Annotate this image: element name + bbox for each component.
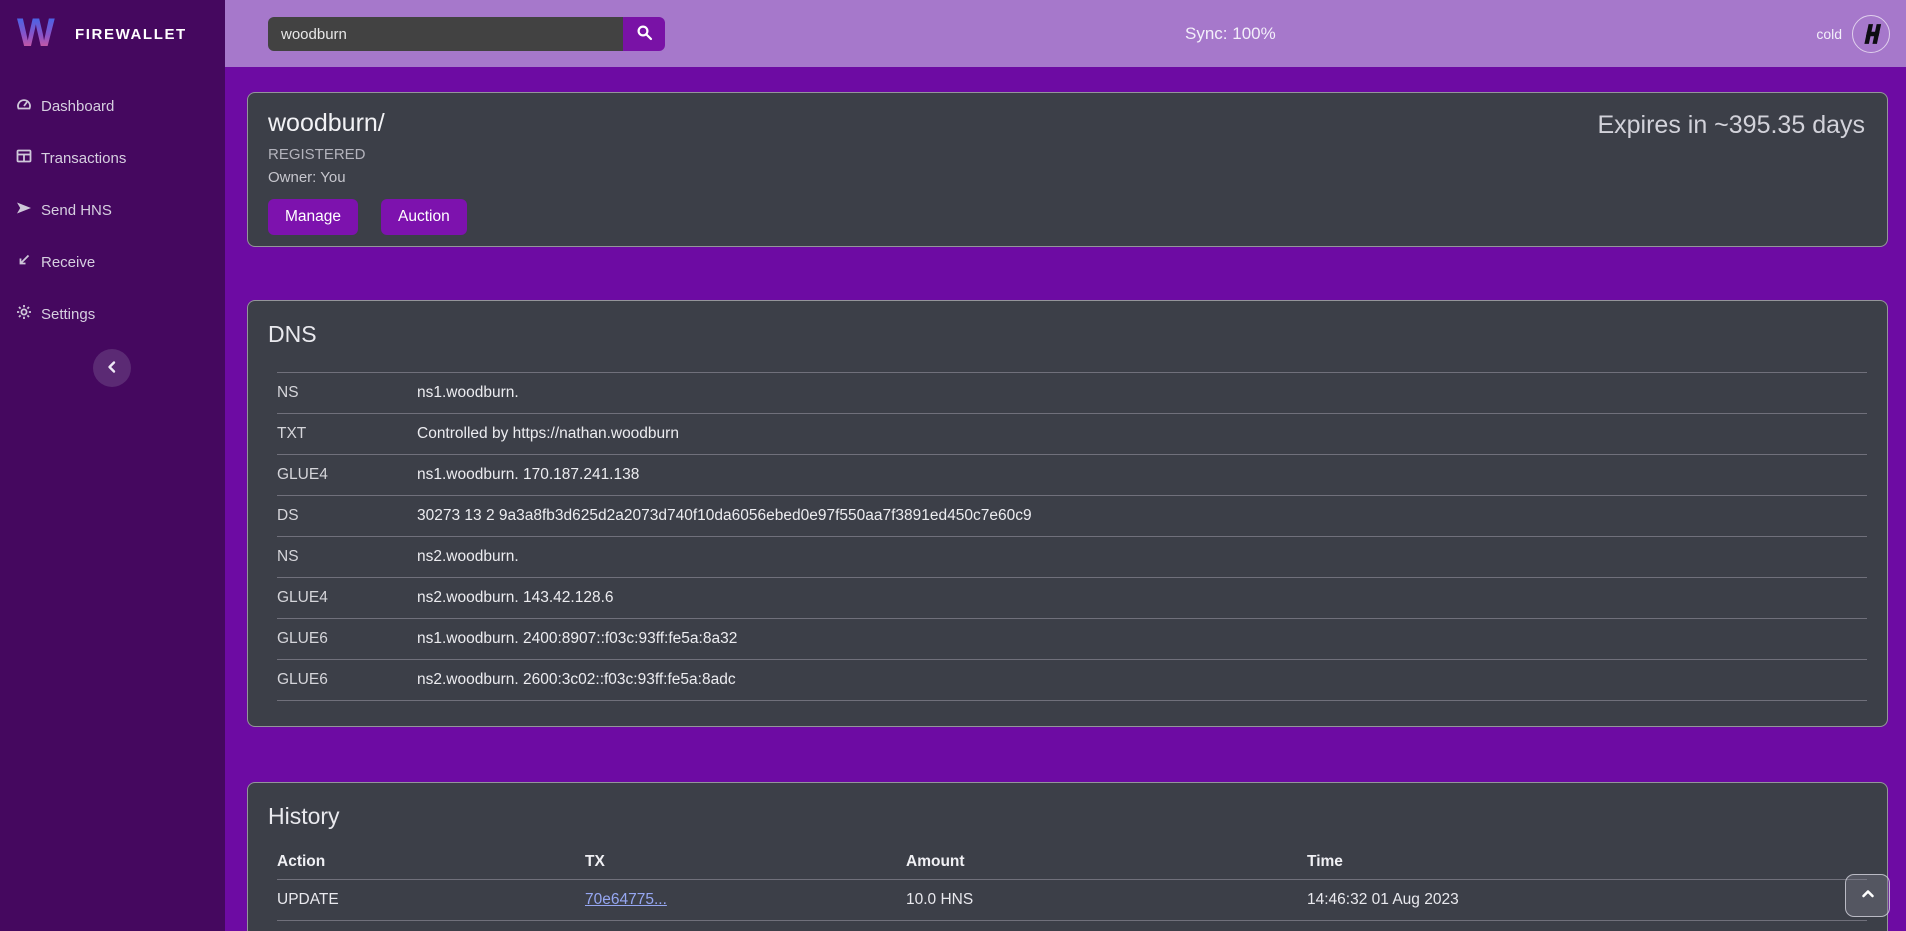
- history-row: RENEW d7b64f25... 10.0 HNS 15:47:36 07 F…: [277, 921, 1867, 931]
- manage-button[interactable]: Manage: [268, 199, 358, 235]
- dns-record-type: GLUE6: [277, 671, 417, 689]
- dns-record-row: GLUE6 ns2.woodburn. 2600:3c02::f03c:93ff…: [277, 660, 1867, 701]
- sidebar-item-label: Send HNS: [41, 202, 112, 219]
- history-rows: UPDATE 70e64775... 10.0 HNS 14:46:32 01 …: [277, 880, 1867, 931]
- dns-record-row: TXT Controlled by https://nathan.woodbur…: [277, 414, 1867, 455]
- svg-text:W: W: [17, 11, 55, 55]
- dns-record-value: ns1.woodburn. 170.187.241.138: [417, 466, 1867, 484]
- dns-record-type: TXT: [277, 425, 417, 443]
- dns-card: DNS NS ns1.woodburn. TXT Controlled by h…: [247, 300, 1888, 727]
- history-table: Action TX Amount Time UPDATE 70e64775...…: [277, 844, 1867, 931]
- scroll-to-top-button[interactable]: [1845, 874, 1890, 917]
- dns-table: NS ns1.woodburn. TXT Controlled by https…: [277, 372, 1867, 701]
- history-table-header: Action TX Amount Time: [277, 844, 1867, 880]
- handshake-logo-button[interactable]: [1852, 15, 1890, 53]
- sidebar-nav: Dashboard Transactions Send HNS: [0, 80, 225, 340]
- dns-record-value: ns1.woodburn. 2400:8907::f03c:93ff:fe5a:…: [417, 630, 1867, 648]
- history-col-amount: Amount: [906, 853, 1307, 871]
- dns-record-value: ns1.woodburn.: [417, 384, 1867, 402]
- history-action: UPDATE: [277, 891, 585, 909]
- history-time: 14:46:32 01 Aug 2023: [1307, 891, 1867, 909]
- history-card: History Action TX Amount Time UPDATE 70e…: [247, 782, 1888, 931]
- dns-record-row: NS ns1.woodburn.: [277, 373, 1867, 414]
- sidebar: W FIREWALLET Dashboard Transact: [0, 0, 225, 931]
- dashboard-icon: [16, 96, 32, 116]
- dns-record-row: GLUE6 ns1.woodburn. 2400:8907::f03c:93ff…: [277, 619, 1867, 660]
- app-brand: W FIREWALLET: [0, 0, 225, 68]
- dns-record-type: GLUE6: [277, 630, 417, 648]
- dns-record-row: GLUE4 ns1.woodburn. 170.187.241.138: [277, 455, 1867, 496]
- dns-record-value: ns2.woodburn. 143.42.128.6: [417, 589, 1867, 607]
- domain-expiry: Expires in ~395.35 days: [1597, 111, 1865, 140]
- dns-record-type: DS: [277, 507, 417, 525]
- auction-button[interactable]: Auction: [381, 199, 467, 235]
- dns-record-value: ns2.woodburn. 2600:3c02::f03c:93ff:fe5a:…: [417, 671, 1867, 689]
- sidebar-item-send-hns[interactable]: Send HNS: [0, 184, 225, 236]
- sidebar-item-settings[interactable]: Settings: [0, 288, 225, 340]
- dns-record-type: GLUE4: [277, 466, 417, 484]
- dns-record-row: NS ns2.woodburn.: [277, 537, 1867, 578]
- dns-record-value: Controlled by https://nathan.woodburn: [417, 425, 1867, 443]
- sync-status: Sync: 100%: [1185, 0, 1276, 67]
- search-icon: [636, 24, 653, 44]
- history-amount: 10.0 HNS: [906, 891, 1307, 909]
- history-col-action: Action: [277, 853, 585, 871]
- history-col-tx: TX: [585, 853, 906, 871]
- sidebar-item-label: Settings: [41, 306, 95, 323]
- dns-record-row: GLUE4 ns2.woodburn. 143.42.128.6: [277, 578, 1867, 619]
- sidebar-item-label: Transactions: [41, 150, 126, 167]
- history-row: UPDATE 70e64775... 10.0 HNS 14:46:32 01 …: [277, 880, 1867, 921]
- domain-owner: Owner: You: [268, 169, 1867, 186]
- gear-icon: [16, 304, 32, 324]
- dns-record-value: 30273 13 2 9a3a8fb3d625d2a2073d740f10da6…: [417, 507, 1867, 525]
- dns-record-type: NS: [277, 548, 417, 566]
- sidebar-collapse-button[interactable]: [93, 349, 131, 387]
- wallet-status: cold: [1816, 0, 1890, 67]
- dns-record-value: ns2.woodburn.: [417, 548, 1867, 566]
- main-content: woodburn/ REGISTERED Owner: You Manage A…: [225, 67, 1906, 931]
- domain-status: REGISTERED: [268, 146, 1867, 163]
- transactions-icon: [16, 148, 32, 168]
- sidebar-item-dashboard[interactable]: Dashboard: [0, 80, 225, 132]
- send-icon: [16, 200, 32, 220]
- history-title: History: [268, 803, 1867, 830]
- receive-icon: [16, 252, 32, 272]
- sidebar-item-label: Receive: [41, 254, 95, 271]
- domain-card: woodburn/ REGISTERED Owner: You Manage A…: [247, 92, 1888, 247]
- dns-title: DNS: [268, 321, 1867, 348]
- dns-record-type: NS: [277, 384, 417, 402]
- topbar: Sync: 100% cold: [225, 0, 1906, 67]
- sidebar-item-receive[interactable]: Receive: [0, 236, 225, 288]
- search-bar: [268, 17, 665, 51]
- firewallet-logo-icon: W: [16, 9, 62, 60]
- dns-record-row: DS 30273 13 2 9a3a8fb3d625d2a2073d740f10…: [277, 496, 1867, 537]
- sidebar-item-label: Dashboard: [41, 98, 114, 115]
- wallet-name-label: cold: [1816, 26, 1842, 42]
- tx-link[interactable]: 70e64775...: [585, 891, 667, 908]
- dns-record-type: GLUE4: [277, 589, 417, 607]
- app-title: FIREWALLET: [75, 26, 187, 43]
- chevron-up-icon: [1860, 886, 1876, 905]
- search-input[interactable]: [268, 17, 623, 51]
- chevron-left-icon: [105, 360, 119, 377]
- search-button[interactable]: [623, 17, 665, 51]
- history-col-time: Time: [1307, 853, 1867, 871]
- sidebar-item-transactions[interactable]: Transactions: [0, 132, 225, 184]
